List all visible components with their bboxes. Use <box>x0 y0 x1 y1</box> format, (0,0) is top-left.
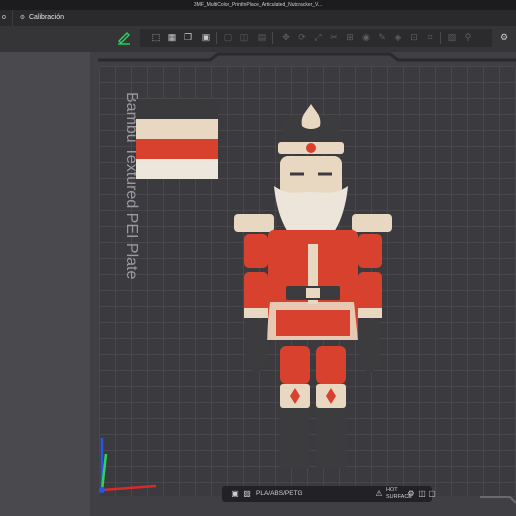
home-icon[interactable]: ▣ <box>230 489 240 499</box>
edit-pencil-icon[interactable] <box>116 29 130 45</box>
model-leg-left <box>280 346 310 384</box>
rotate-icon[interactable]: ✥ <box>280 31 292 43</box>
gear-icon: ⚙ <box>19 15 26 21</box>
model-face <box>280 156 342 196</box>
cube-icon[interactable]: ⬚ <box>150 31 162 43</box>
grid-icon[interactable]: ▦ <box>166 31 178 43</box>
paint-icon[interactable]: ◉ <box>360 31 372 43</box>
toolbar: ⬚ ▦ ❐ ▣ ▢ ◫ ▤ ✥ ⟳ ⤢ ✂ ⊞ ◉ ✎ ◈ ⊡ ⌗ ▨ ⚲ ⚙ <box>0 26 516 52</box>
window-title: 3MF_MultiColor_PrintInPlace_Articulated_… <box>0 0 516 10</box>
model-arm-left <box>244 234 268 268</box>
orient-icon[interactable]: ◫ <box>238 31 250 43</box>
filament-type: PLA/ABS/PETG <box>256 490 303 497</box>
surface-line-1: HOT <box>386 487 398 493</box>
axis-origin <box>99 487 105 493</box>
bed-corner-decoration <box>480 492 516 504</box>
box-icon[interactable]: ▣ <box>200 31 212 43</box>
model-hat-plume <box>301 104 321 129</box>
settings-icon[interactable]: ⚙ <box>406 489 416 499</box>
model-epaulette-right <box>352 214 392 232</box>
move-icon[interactable]: ▤ <box>256 31 268 43</box>
swatch-band <box>136 99 218 119</box>
tab-bar: o ⚙ Calibración <box>0 10 516 27</box>
seam-icon[interactable]: ⊞ <box>344 31 356 43</box>
tab-prev[interactable]: o <box>0 10 6 26</box>
variable-icon[interactable]: ▨ <box>446 31 458 43</box>
toolbar-separator <box>440 32 441 44</box>
nutcracker-model[interactable] <box>234 96 392 468</box>
scale-icon[interactable]: ⟳ <box>296 31 308 43</box>
toolbar-separator <box>272 32 273 44</box>
toolbar-separator <box>216 32 217 44</box>
arrange-icon[interactable]: ▢ <box>222 31 234 43</box>
swatch-band <box>136 159 218 179</box>
model-hat-gem <box>306 143 316 153</box>
plate-status-bar: ▣ ▨ PLA/ABS/PETG ⚠ HOT SURFACE ⚙ ◫ ▢ <box>222 486 436 502</box>
model-glove-right <box>358 320 380 374</box>
support-icon[interactable]: ✂ <box>328 31 340 43</box>
measure-icon[interactable]: ◈ <box>392 31 404 43</box>
axis-gizmo <box>99 438 157 493</box>
tab-calibration[interactable]: ⚙ Calibración <box>12 10 72 26</box>
model-leg-right <box>316 346 346 384</box>
tab-calibration-label: Calibración <box>29 14 65 21</box>
text-icon[interactable]: ✎ <box>376 31 388 43</box>
model-boot-left <box>280 408 310 468</box>
view-icon[interactable]: ⚲ <box>462 31 474 43</box>
slice-icon[interactable]: ⌗ <box>424 31 436 43</box>
image-icon[interactable]: ▨ <box>242 489 252 499</box>
filament-swatch <box>136 99 218 179</box>
swatch-band <box>136 119 218 139</box>
warning-icon: ⚠ <box>375 489 383 498</box>
copy-icon[interactable]: ❐ <box>182 31 194 43</box>
model-arm-right <box>358 234 382 268</box>
assemble-icon[interactable]: ⊡ <box>408 31 420 43</box>
model-boot-right <box>316 408 346 468</box>
model-epaulette-left <box>234 214 274 232</box>
layout-icon[interactable]: ◫ <box>417 489 427 499</box>
lock-icon[interactable]: ▢ <box>427 489 437 499</box>
settings-icon[interactable]: ⚙ <box>498 31 510 43</box>
swatch-band <box>136 139 218 159</box>
cut-icon[interactable]: ⤢ <box>312 31 324 43</box>
x-axis <box>101 484 157 492</box>
model-glove-left <box>246 320 268 374</box>
